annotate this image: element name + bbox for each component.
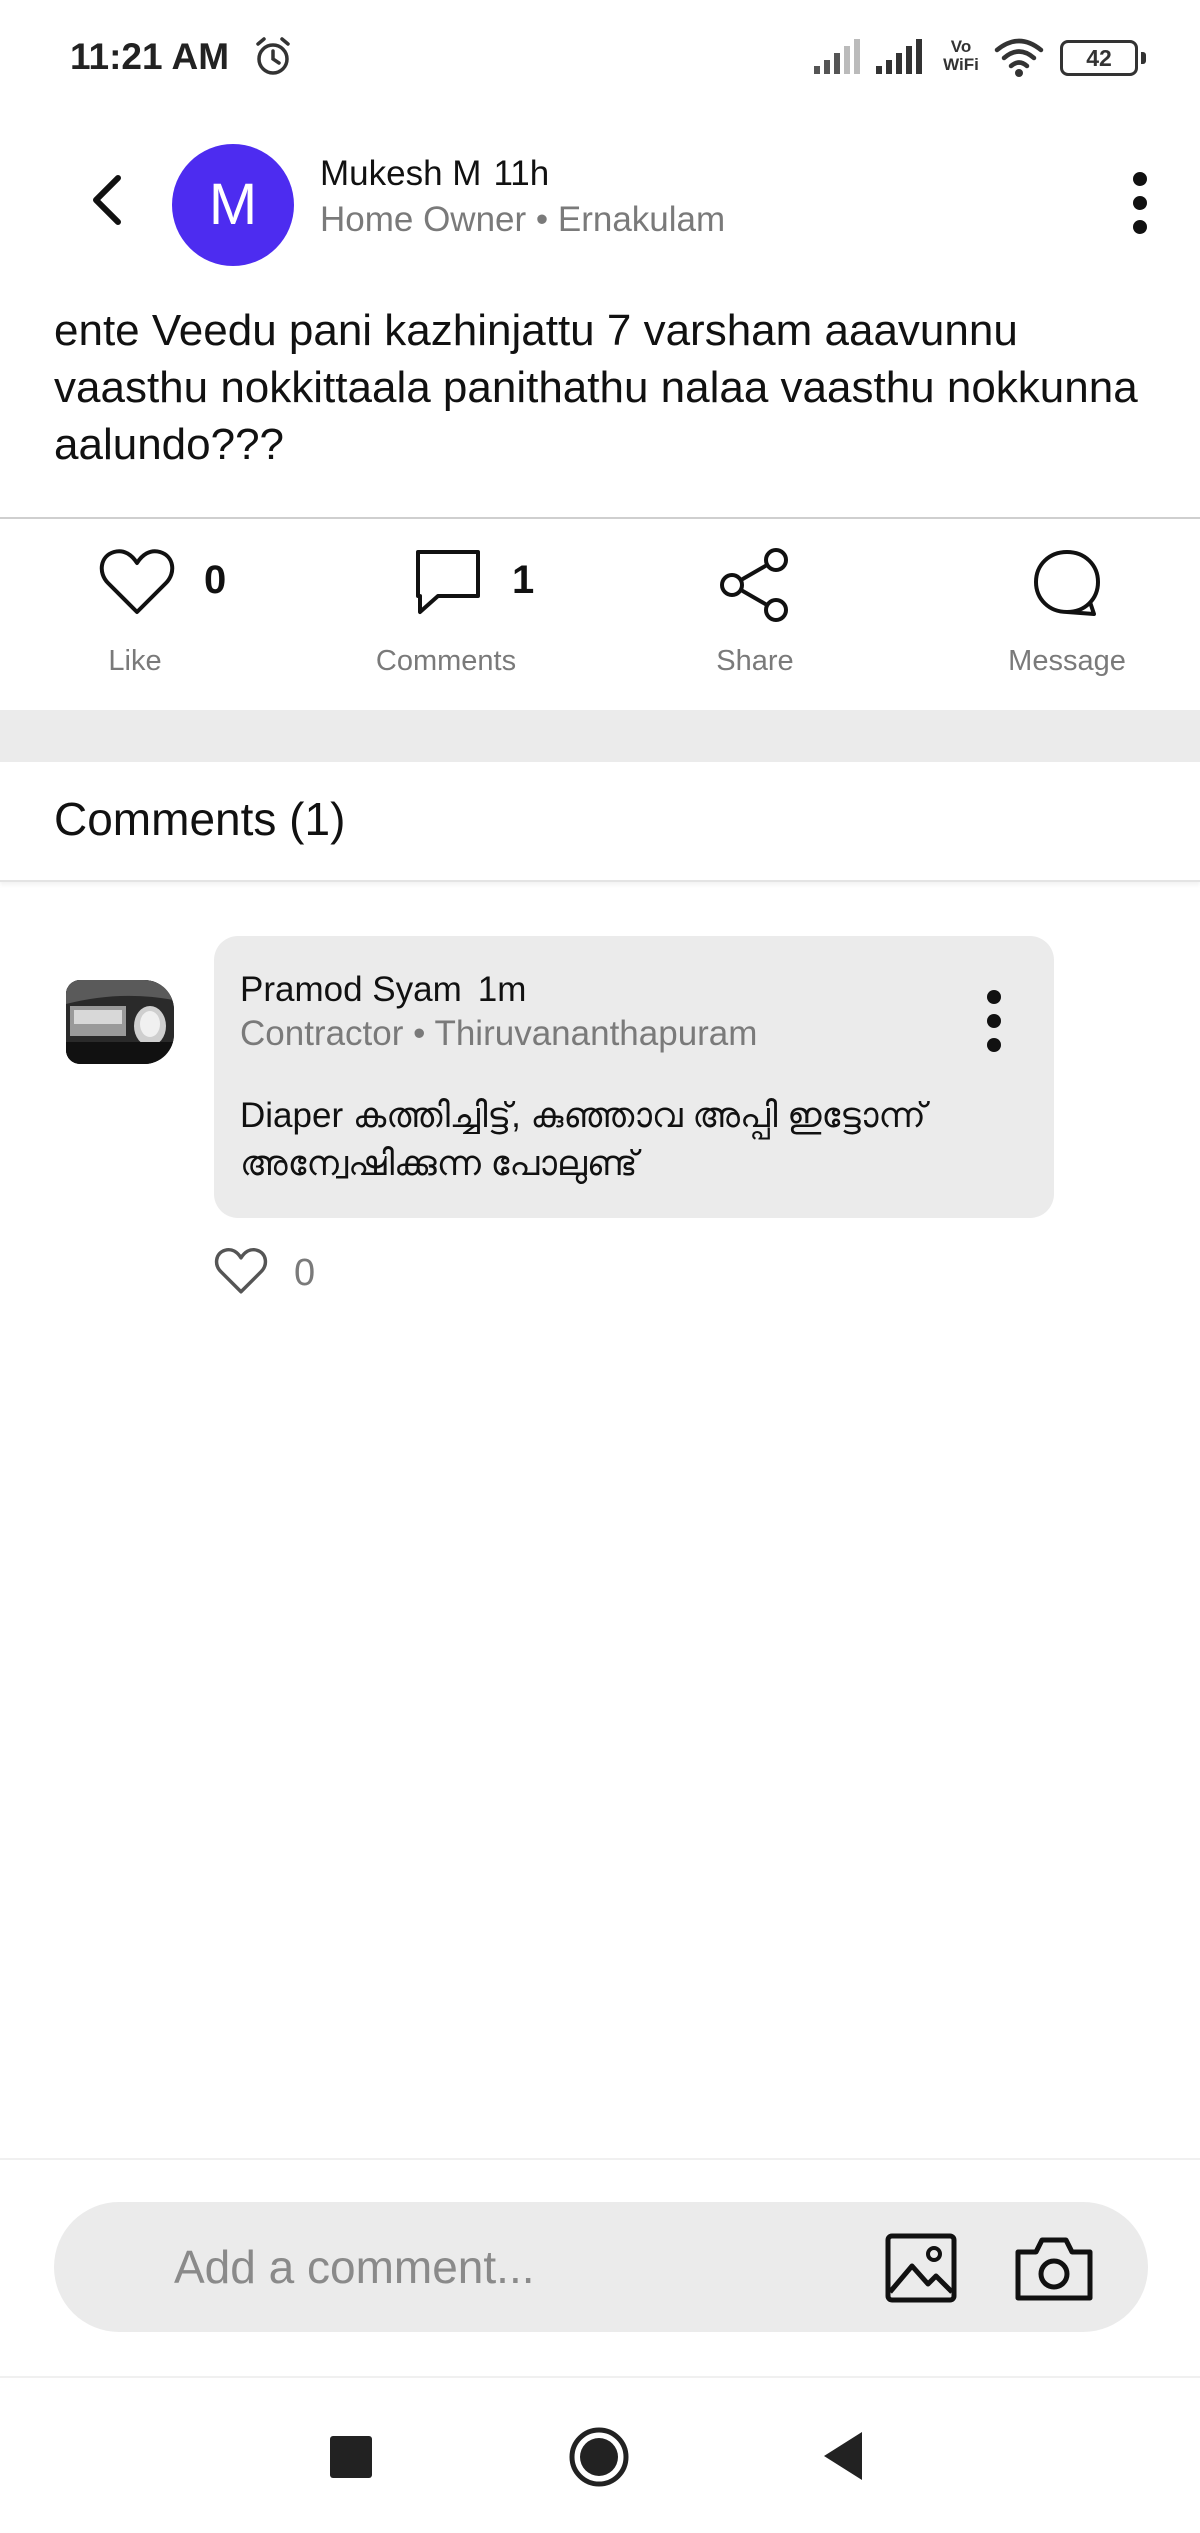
author-line: Mukesh M 11h [320, 154, 549, 194]
like-count: 0 [204, 558, 227, 602]
comment-bubble: Pramod Syam 1m Contractor • Thiruvanantha… [214, 936, 1054, 1218]
comments-header: Comments (1) [0, 762, 1200, 882]
system-nav-bar [0, 2376, 1200, 2533]
dot-icon [987, 1014, 1001, 1028]
share-label: Share [716, 645, 794, 677]
post-actions: 0 Like 1 Comments Share Message [0, 540, 1200, 710]
status-time: 11:21 AM [70, 36, 230, 77]
comment-icon [416, 550, 480, 614]
image-icon[interactable] [884, 2232, 958, 2304]
message-icon [1034, 550, 1100, 616]
composer-area [0, 2158, 1200, 2374]
commenter-meta: Contractor • Thiruvananthapuram [240, 1014, 758, 1053]
commenter-line: Pramod Syam 1m [240, 970, 526, 1010]
comment-like-button[interactable]: 0 [214, 1246, 354, 1302]
divider [0, 517, 1200, 519]
comments-title: Comments (1) [54, 793, 346, 845]
section-separator [0, 710, 1200, 762]
vowifi-indicator: Vo WiFi [943, 37, 979, 74]
author-avatar[interactable]: M [172, 144, 294, 266]
comment-time: 1m [477, 970, 527, 1009]
commenter-name[interactable]: Pramod Syam [240, 970, 462, 1009]
comments-button[interactable]: 1 Comments [376, 540, 610, 710]
wifi-icon [994, 38, 1044, 77]
dot-icon [987, 990, 1001, 1004]
post-text: ente Veedu pani kazhinjattu 7 varsham aa… [54, 306, 1138, 469]
back-arrow-icon[interactable] [82, 170, 132, 230]
signal-icon [814, 39, 860, 74]
like-label: Like [108, 645, 162, 677]
battery-icon: 42 [1060, 40, 1146, 76]
alarm-icon [256, 37, 290, 75]
share-icon [720, 548, 788, 622]
share-button[interactable]: Share [645, 540, 865, 710]
commenter-avatar[interactable] [66, 980, 174, 1064]
post-time: 11h [493, 154, 550, 193]
dot-icon [987, 1038, 1001, 1052]
camera-icon[interactable] [1012, 2232, 1096, 2304]
comments-label: Comments [375, 645, 517, 677]
message-label: Message [1008, 645, 1126, 677]
comment-more-button[interactable] [974, 986, 1014, 1056]
author-name[interactable]: Mukesh M [320, 154, 481, 193]
signal-icon [876, 39, 922, 74]
comment-text: Diaper കത്തിച്ചിട്ട്, കുഞ്ഞാവ അപ്പി ഇട്ട… [240, 1096, 926, 1183]
comment-composer [54, 2202, 1148, 2332]
status-bar: 11:21 AM Vo WiFi 42 [0, 0, 1200, 118]
heart-icon [99, 549, 175, 614]
dot-icon [1133, 172, 1147, 186]
like-button[interactable]: 0 Like [80, 540, 300, 710]
comments-count: 1 [512, 558, 535, 602]
dot-icon [1133, 220, 1147, 234]
comment-like-count: 0 [294, 1252, 316, 1294]
more-options-button[interactable] [1120, 168, 1160, 238]
author-meta: Home Owner • Ernakulam [320, 200, 726, 239]
dot-icon [1133, 196, 1147, 210]
heart-icon [214, 1248, 268, 1294]
recents-icon[interactable] [330, 2436, 372, 2478]
post-header: M Mukesh M 11h Home Owner • Ernakulam [0, 140, 1200, 270]
commenter-photo [66, 980, 174, 1064]
comment-input[interactable] [174, 2232, 874, 2302]
message-button[interactable]: Message [957, 540, 1177, 710]
home-icon[interactable] [568, 2426, 630, 2488]
nav-back-icon[interactable] [822, 2430, 864, 2482]
